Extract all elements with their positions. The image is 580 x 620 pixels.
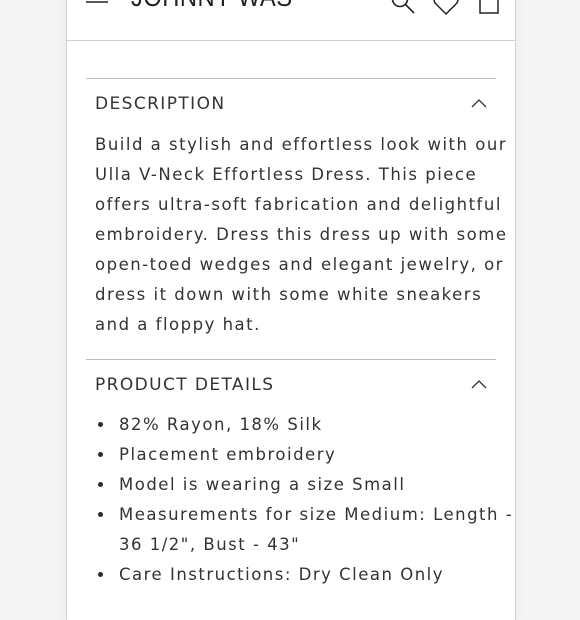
chevron-up-icon[interactable] [471, 379, 487, 389]
description-title[interactable]: DESCRIPTION [95, 94, 225, 114]
description-line: open-toed wedges and elegant jewelry, or [95, 255, 504, 274]
description-line: Build a stylish and effortless look with… [95, 135, 508, 154]
product-details-list: 82% Rayon, 18% Silk Placement embroidery… [95, 410, 514, 590]
list-item: Measurements for size Medium: Length - 3… [95, 500, 514, 560]
product-page: JOHNNY WAS DESCRIPTION Build a stylish a… [66, 0, 516, 620]
search-icon[interactable] [391, 0, 415, 16]
section-divider [86, 359, 496, 360]
description-line: offers ultra-soft fabrication and deligh… [95, 195, 502, 214]
brand-logo[interactable]: JOHNNY WAS [131, 0, 307, 12]
list-item-line: 36 1/2", Bust - 43" [119, 535, 301, 554]
description-text: Build a stylish and effortless look with… [95, 130, 508, 340]
description-line: dress it down with some white sneakers [95, 285, 483, 304]
list-item: Model is wearing a size Small [95, 470, 505, 500]
section-divider [86, 78, 496, 79]
heart-icon[interactable] [433, 0, 459, 16]
description-line: and a floppy hat. [95, 315, 261, 334]
list-item-line: Measurements for size Medium: Length - [119, 505, 514, 524]
shopping-bag-icon[interactable] [479, 0, 499, 14]
site-header: JOHNNY WAS [67, 0, 515, 41]
product-details-title[interactable]: PRODUCT DETAILS [95, 375, 274, 395]
list-item: 82% Rayon, 18% Silk [95, 410, 505, 440]
description-line: Ulla V-Neck Effortless Dress. This piece [95, 165, 478, 184]
list-item: Placement embroidery [95, 440, 505, 470]
description-line: embroidery. Dress this dress up with som… [95, 225, 508, 244]
list-item: Care Instructions: Dry Clean Only [95, 560, 505, 590]
chevron-up-icon[interactable] [471, 98, 487, 108]
menu-icon[interactable] [86, 0, 108, 10]
